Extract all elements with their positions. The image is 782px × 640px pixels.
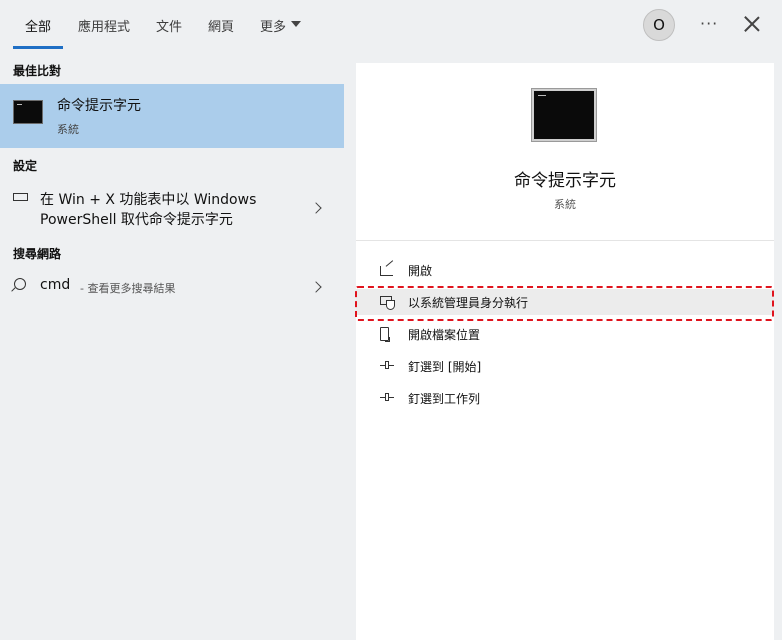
close-icon[interactable] bbox=[743, 15, 761, 33]
keyboard-icon bbox=[13, 193, 28, 201]
divider bbox=[356, 240, 774, 241]
settings-result-line1: 在 Win + X 功能表中以 Windows bbox=[40, 192, 257, 208]
settings-result-line2: PowerShell 取代命令提示字元 bbox=[40, 212, 233, 228]
chevron-down-icon[interactable] bbox=[291, 21, 301, 27]
best-match-item[interactable]: 命令提示字元 系統 bbox=[0, 84, 344, 148]
chevron-right-icon[interactable] bbox=[310, 281, 322, 293]
preview-panel: 命令提示字元 系統 開啟 以系統管理員身分執行 開啟檔案位置 釘選到 [開始] … bbox=[356, 63, 774, 640]
action-label: 開啟 bbox=[408, 264, 433, 278]
account-avatar[interactable]: O bbox=[643, 9, 675, 41]
chevron-right-icon[interactable] bbox=[310, 202, 322, 214]
action-label: 釘選到 [開始] bbox=[408, 360, 482, 374]
web-search-hint: - 查看更多搜尋結果 bbox=[80, 282, 176, 295]
preview-subtitle: 系統 bbox=[554, 198, 576, 211]
action-pin-to-start[interactable]: 釘選到 [開始] bbox=[356, 353, 774, 379]
pin-icon bbox=[380, 359, 394, 373]
tab-more[interactable]: 更多 bbox=[260, 16, 286, 35]
tab-web[interactable]: 網頁 bbox=[208, 16, 234, 35]
action-label: 釘選到工作列 bbox=[408, 392, 481, 406]
settings-result-item[interactable]: 在 Win + X 功能表中以 Windows PowerShell 取代命令提… bbox=[0, 184, 344, 232]
action-pin-to-taskbar[interactable]: 釘選到工作列 bbox=[356, 385, 774, 411]
more-options-icon[interactable]: ··· bbox=[700, 14, 718, 33]
tab-apps[interactable]: 應用程式 bbox=[78, 16, 130, 35]
file-location-icon bbox=[380, 327, 390, 342]
action-label: 開啟檔案位置 bbox=[408, 328, 481, 342]
web-search-heading: 搜尋網路 bbox=[13, 247, 62, 261]
search-header: 全部 應用程式 文件 網頁 更多 O ··· bbox=[0, 0, 782, 52]
action-open[interactable]: 開啟 bbox=[356, 257, 774, 283]
best-match-subtitle: 系統 bbox=[57, 123, 79, 136]
search-icon bbox=[14, 278, 26, 290]
pin-icon bbox=[380, 391, 394, 405]
action-open-file-location[interactable]: 開啟檔案位置 bbox=[356, 321, 774, 347]
web-search-query: cmd bbox=[40, 277, 71, 293]
open-icon bbox=[380, 266, 393, 276]
command-prompt-icon bbox=[532, 89, 596, 141]
active-tab-indicator bbox=[13, 46, 63, 49]
preview-title: 命令提示字元 bbox=[514, 171, 616, 191]
tab-documents[interactable]: 文件 bbox=[156, 16, 182, 35]
command-prompt-icon bbox=[13, 100, 43, 124]
best-match-heading: 最佳比對 bbox=[13, 64, 62, 78]
highlight-annotation bbox=[355, 286, 774, 321]
web-search-item[interactable]: cmd - 查看更多搜尋結果 bbox=[0, 274, 344, 300]
best-match-title: 命令提示字元 bbox=[57, 98, 141, 114]
tab-all[interactable]: 全部 bbox=[25, 16, 51, 35]
settings-heading: 設定 bbox=[13, 159, 38, 173]
